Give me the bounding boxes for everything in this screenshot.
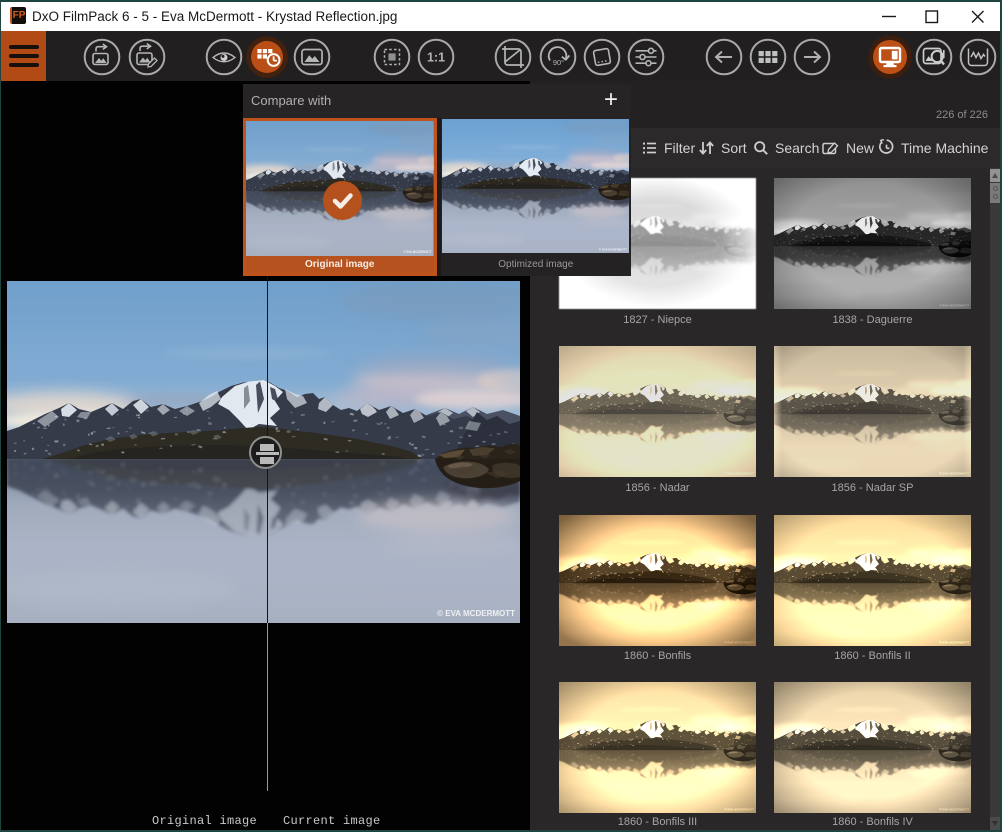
svg-text:90°: 90° xyxy=(553,58,564,67)
svg-text:1:1: 1:1 xyxy=(427,51,445,65)
